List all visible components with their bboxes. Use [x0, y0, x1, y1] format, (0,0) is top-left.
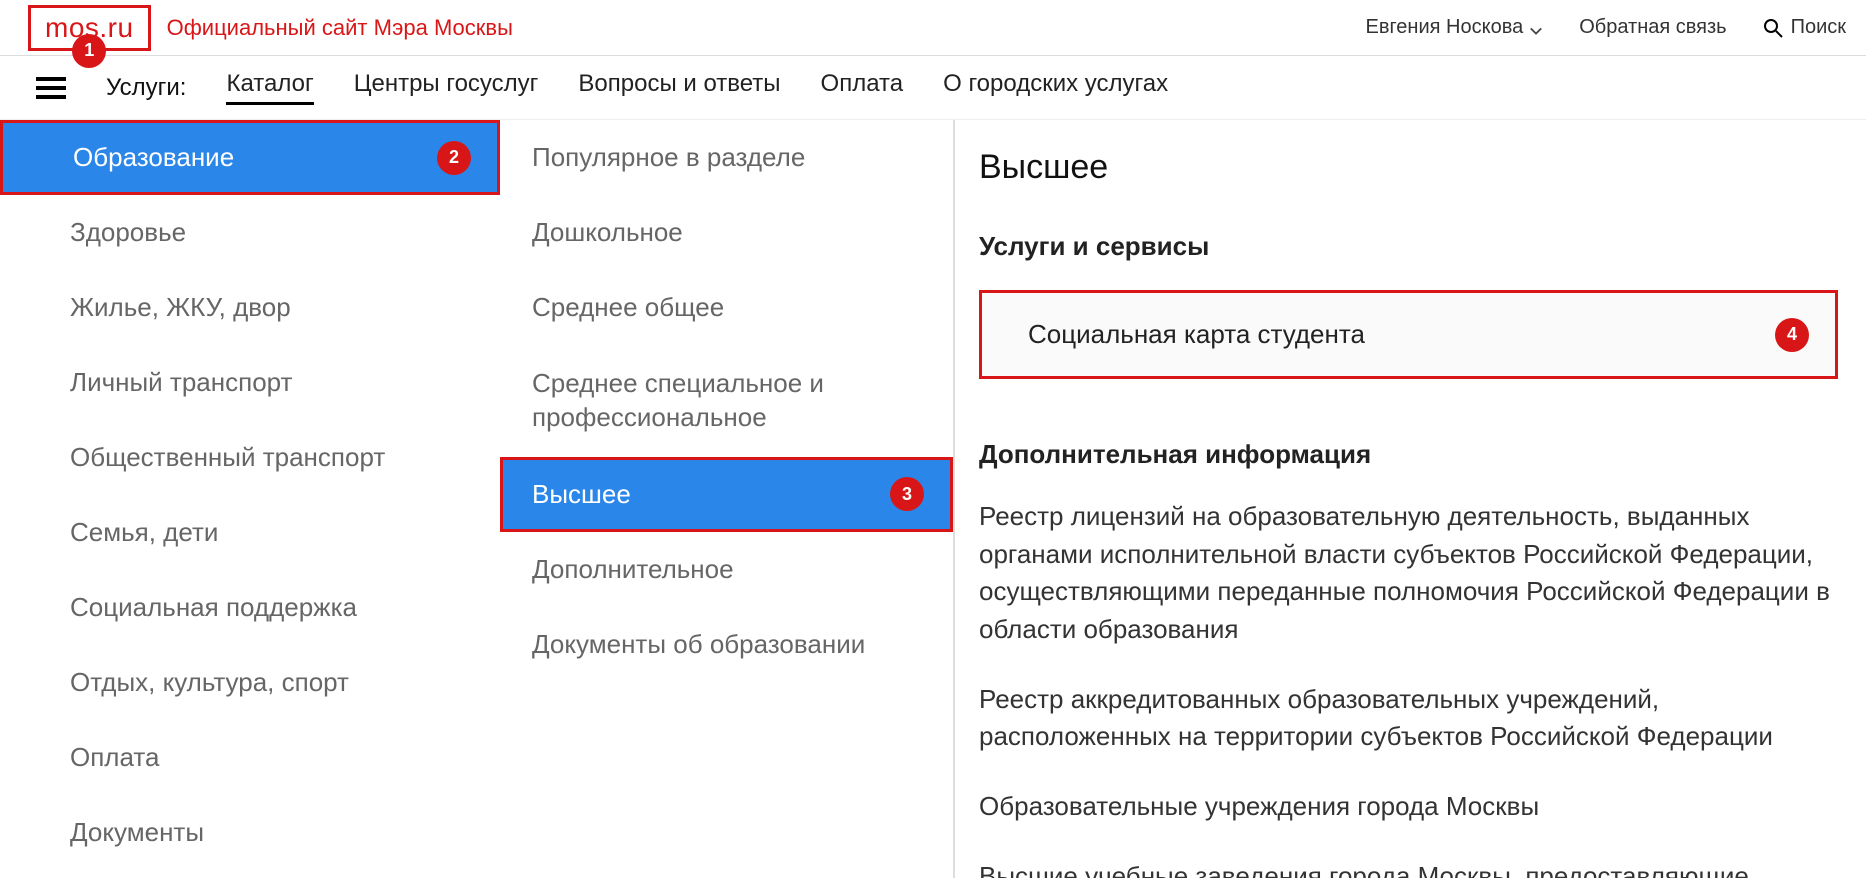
nav-row: Услуги: Каталог Центры госуслуг Вопросы … [0, 56, 1866, 120]
subcategory-column: Популярное в разделе Дошкольное Среднее … [500, 120, 955, 878]
content-column: Высшее Услуги и сервисы Социальная карта… [955, 120, 1866, 878]
annotation-2: 2 [437, 141, 471, 175]
category-item[interactable]: Отдых, культура, спорт [0, 645, 500, 720]
subcategory-item[interactable]: Среднее общее [500, 270, 953, 345]
subcategory-item[interactable]: Документы об образовании [500, 607, 953, 682]
additional-info-text: Реестр лицензий на образовательную деяте… [979, 498, 1838, 878]
page-title: Высшее [979, 148, 1838, 187]
annotation-4: 4 [1775, 318, 1809, 352]
subcategory-item[interactable]: Дошкольное [500, 195, 953, 270]
additional-info-item[interactable]: Образовательные учреждения города Москвы [979, 788, 1838, 826]
additional-info-item[interactable]: Реестр лицензий на образовательную деяте… [979, 498, 1838, 649]
logo[interactable]: mos.ru 1 [28, 5, 151, 51]
feedback-link[interactable]: Обратная связь [1579, 16, 1726, 39]
category-item[interactable]: Документы [0, 795, 500, 870]
service-card-student-social-card[interactable]: Социальная карта студента 4 [979, 290, 1838, 379]
chevron-down-icon [1529, 21, 1543, 35]
additional-info-item[interactable]: Реестр аккредитованных образовательных у… [979, 681, 1838, 756]
additional-info-title: Дополнительная информация [979, 439, 1838, 470]
subcategory-label: Высшее [532, 479, 631, 509]
nav-item-payment[interactable]: Оплата [821, 70, 904, 105]
category-item[interactable]: Жилье, ЖКУ, двор [0, 270, 500, 345]
nav-item-centers[interactable]: Центры госуслуг [354, 70, 539, 105]
nav-item-catalog[interactable]: Каталог [226, 70, 313, 105]
category-item[interactable]: Социальная поддержка [0, 570, 500, 645]
search-link[interactable]: Поиск [1763, 16, 1846, 39]
subcategory-item-higher[interactable]: Высшее 3 [500, 457, 953, 532]
category-label: Образование [73, 142, 234, 172]
services-label: Услуги: [106, 74, 186, 102]
subcategory-item[interactable]: Среднее специальное и профессиональное [500, 345, 953, 457]
annotation-3: 3 [890, 477, 924, 511]
user-name: Евгения Носкова [1365, 16, 1523, 39]
search-label: Поиск [1791, 16, 1846, 39]
nav-item-faq[interactable]: Вопросы и ответы [578, 70, 780, 105]
category-item-education[interactable]: Образование 2 [0, 120, 500, 195]
search-icon [1763, 18, 1783, 38]
category-item[interactable]: Здоровье [0, 195, 500, 270]
category-column: Образование 2 Здоровье Жилье, ЖКУ, двор … [0, 120, 500, 878]
category-item[interactable]: Семья, дети [0, 495, 500, 570]
category-item[interactable]: Оплата [0, 720, 500, 795]
hamburger-icon[interactable] [36, 77, 66, 99]
additional-info-item-cut[interactable]: Высшие учебные заведения города Москвы, … [979, 858, 1838, 878]
site-slogan: Официальный сайт Мэра Москвы [167, 15, 513, 41]
logo-text: mos.ru [45, 12, 134, 43]
service-card-label: Социальная карта студента [1028, 319, 1365, 349]
subcategory-item[interactable]: Дополнительное [500, 532, 953, 607]
category-item[interactable]: Личный транспорт [0, 345, 500, 420]
main-content: Образование 2 Здоровье Жилье, ЖКУ, двор … [0, 120, 1866, 878]
category-item[interactable]: Общественный транспорт [0, 420, 500, 495]
nav-item-about[interactable]: О городских услугах [943, 70, 1168, 105]
subcategory-item[interactable]: Популярное в разделе [500, 120, 953, 195]
services-section-title: Услуги и сервисы [979, 231, 1838, 262]
header-right: Евгения Носкова Обратная связь Поиск [1365, 16, 1846, 39]
user-menu[interactable]: Евгения Носкова [1365, 16, 1543, 39]
site-header: mos.ru 1 Официальный сайт Мэра Москвы Ев… [0, 0, 1866, 56]
